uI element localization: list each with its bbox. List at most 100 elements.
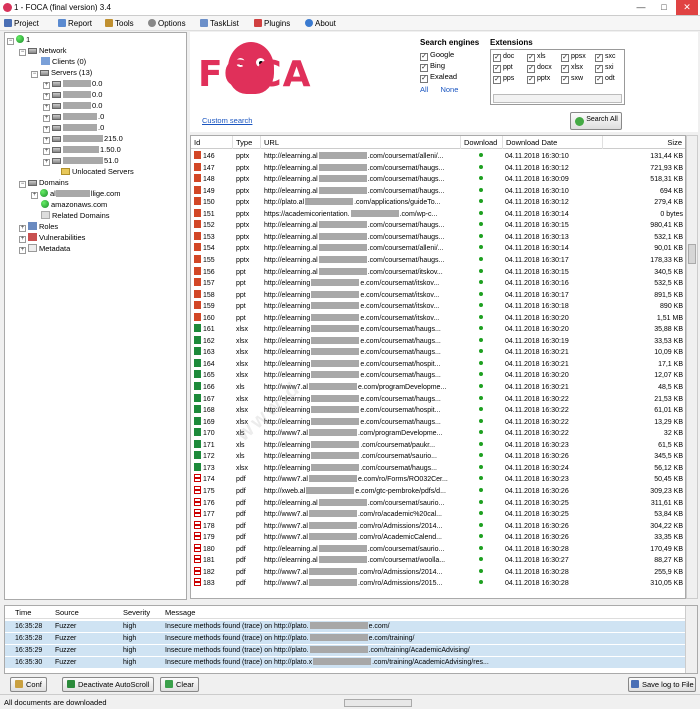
engine-google[interactable]: ✓ Google	[420, 49, 490, 61]
expand-icon[interactable]: +	[19, 225, 26, 232]
ext-doc[interactable]: ✓ doc	[493, 51, 514, 62]
table-row[interactable]: 182 pdf http://www7.al .com/ro/Admissions/2…	[191, 566, 685, 579]
log-row[interactable]: 16:35:29 Fuzzer high Insecure methods found…	[5, 645, 685, 657]
table-row[interactable]: 179 pdf http://www7.al .com/ro/AcademicCale…	[191, 532, 685, 544]
table-row[interactable]: 157 ppt http://elearning e.com/coursemat/it…	[191, 278, 685, 290]
tree-domain-item[interactable]: amazonaws.com	[41, 199, 107, 210]
log-row[interactable]: 16:35:28 Fuzzer high Insecure methods found…	[5, 633, 685, 645]
menu-about[interactable]: About	[305, 18, 336, 30]
engine-bing[interactable]: ✓ Bing	[420, 60, 490, 72]
ext-ppt[interactable]: ✓ ppt	[493, 62, 513, 73]
expand-icon[interactable]: +	[43, 137, 50, 144]
ext-xls[interactable]: ✓ xls	[527, 51, 546, 62]
table-row[interactable]: 176 pdf http://elearning.al .com/coursemat/…	[191, 497, 685, 510]
table-row[interactable]: 147 pptx http://elearning.al .com/coursemat…	[191, 162, 685, 175]
tree-servers[interactable]: − Servers (13)	[31, 67, 92, 78]
search-all-button[interactable]: Search All	[570, 112, 622, 130]
close-button[interactable]: ✕	[676, 0, 698, 15]
tree-network[interactable]: − Network	[19, 45, 67, 56]
tree-server-item[interactable]: +0.0	[43, 89, 102, 100]
expand-icon[interactable]: +	[43, 159, 50, 166]
tree-domain-item[interactable]: + al llige.com	[31, 188, 120, 199]
collapse-icon[interactable]: −	[31, 71, 38, 78]
expand-icon[interactable]: +	[43, 104, 50, 111]
table-row[interactable]: 146 pptx http://elearning.al .com/coursemat…	[191, 151, 685, 163]
log-col-message[interactable]: Message	[165, 606, 195, 619]
expand-icon[interactable]: +	[31, 192, 38, 199]
log-row[interactable]: 16:35:30 Fuzzer high Insecure methods found…	[5, 657, 685, 669]
ext-sxi[interactable]: ✓ sxi	[595, 62, 614, 73]
table-row[interactable]: 166 xls http://www7.al e.com/programDevelop…	[191, 382, 685, 394]
tree-server-item[interactable]: +1.50.0	[43, 144, 121, 155]
collapse-icon[interactable]: −	[7, 38, 14, 45]
tree-vulnerabilities[interactable]: + Vulnerabilities	[19, 232, 85, 243]
log-col-severity[interactable]: Severity	[123, 606, 150, 619]
table-row[interactable]: 158 ppt http://elearning e.com/coursemat/it…	[191, 289, 685, 302]
minimize-button[interactable]: —	[630, 0, 652, 15]
table-row[interactable]: 175 pdf http://xweb.al e.com/gtc-pembroke/p…	[191, 485, 685, 498]
log-col-source[interactable]: Source	[55, 606, 79, 619]
tree-related-domains[interactable]: Related Domains	[41, 210, 110, 221]
tree-server-item[interactable]: +51.0	[43, 155, 119, 166]
ext-xlsx[interactable]: ✓ xlsx	[561, 62, 583, 73]
table-row[interactable]: 154 pptx http://elearning.al .com/coursemat…	[191, 243, 685, 255]
menu-plugins[interactable]: Plugins	[254, 18, 290, 30]
custom-search-link[interactable]: Custom search	[202, 116, 252, 125]
table-row[interactable]: 173 xlsx http://elearning .com/coursemat/ha…	[191, 462, 685, 475]
clear-button[interactable]: Clear	[160, 677, 199, 692]
col-download[interactable]: Download	[461, 136, 503, 149]
table-row[interactable]: 162 xlsx http://elearning e.com/coursemat/h…	[191, 335, 685, 348]
table-row[interactable]: 180 pdf http://elearning.al .com/coursemat/…	[191, 543, 685, 556]
menu-project[interactable]: Project	[4, 18, 39, 30]
table-row[interactable]: 168 xlsx http://elearning e.com/coursemat/h…	[191, 405, 685, 417]
scroll-thumb[interactable]	[688, 244, 696, 264]
select-none-link[interactable]: None	[440, 85, 458, 94]
table-row[interactable]: 148 pptx http://elearning.al .com/coursemat…	[191, 174, 685, 186]
table-row[interactable]: 174 pdf http://www7.al e.com/ro/Forms/RO032…	[191, 474, 685, 486]
save-log-button[interactable]: Save log to File	[628, 677, 696, 692]
expand-icon[interactable]: +	[43, 126, 50, 133]
menu-tools[interactable]: Tools	[105, 18, 134, 30]
ext-odt[interactable]: ✓ odt	[595, 73, 615, 84]
col-size[interactable]: Size	[603, 136, 685, 149]
collapse-icon[interactable]: −	[19, 49, 26, 56]
table-row[interactable]: 183 pdf http://www7.al .com/ro/Admissions/2…	[191, 578, 685, 590]
select-all-link[interactable]: All	[420, 85, 428, 94]
conf-button[interactable]: Conf	[10, 677, 47, 692]
ext-docx[interactable]: ✓ docx	[527, 62, 552, 73]
table-row[interactable]: 177 pdf http://www7.al .com/ro/academic%20c…	[191, 509, 685, 521]
expand-icon[interactable]: +	[19, 247, 26, 254]
table-row[interactable]: 149 pptx http://elearning.al .com/coursemat…	[191, 185, 685, 198]
extensions-scrollbar[interactable]	[493, 94, 622, 103]
expand-icon[interactable]: +	[43, 82, 50, 89]
tree-server-item[interactable]: +0.0	[43, 78, 102, 89]
tree-server-item[interactable]: + .0	[43, 122, 104, 133]
table-row[interactable]: 169 xlsx http://elearning e.com/coursemat/h…	[191, 416, 685, 429]
col-url[interactable]: URL	[261, 136, 461, 149]
menu-tasklist[interactable]: TaskList	[200, 18, 239, 30]
expand-icon[interactable]: +	[43, 115, 50, 122]
table-row[interactable]: 172 xls http://elearning .com/coursemat/sau…	[191, 451, 685, 463]
collapse-icon[interactable]: −	[19, 181, 26, 188]
table-row[interactable]: 156 ppt http://elearning.al .com/coursemat/…	[191, 266, 685, 279]
table-row[interactable]: 165 xlsx http://elearning e.com/coursemat/h…	[191, 370, 685, 382]
log-scrollbar[interactable]	[685, 606, 697, 673]
tree-server-item[interactable]: +0.0	[43, 100, 102, 111]
tree-clients[interactable]: Clients (0)	[41, 56, 86, 67]
tree-roles[interactable]: + Roles	[19, 221, 58, 232]
tree-server-item[interactable]: + .0	[43, 111, 104, 122]
deactivate-autoscroll-button[interactable]: Deactivate AutoScroll	[62, 677, 155, 692]
expand-icon[interactable]: +	[43, 148, 50, 155]
maximize-button[interactable]: □	[653, 0, 675, 15]
table-row[interactable]: 171 xls http://elearning .com/coursemat/pau…	[191, 439, 685, 452]
col-download-date[interactable]: Download Date	[503, 136, 603, 149]
menu-report[interactable]: Report	[58, 18, 92, 30]
table-row[interactable]: 167 xlsx http://elearning e.com/coursemat/h…	[191, 393, 685, 406]
ext-sxc[interactable]: ✓ sxc	[595, 51, 616, 62]
tree-root[interactable]: −1	[7, 34, 30, 45]
table-row[interactable]: 181 pdf http://elearning.al .com/coursemat/…	[191, 555, 685, 567]
table-row[interactable]: 178 pdf http://www7.al .com/ro/Admissions/2…	[191, 520, 685, 533]
log-row[interactable]: 16:35:28 Fuzzer high Insecure methods found…	[5, 621, 685, 633]
tree-unlocated-servers[interactable]: Unlocated Servers	[61, 166, 134, 177]
table-row[interactable]: 170 xls http://www7.al .com/programDevelopm…	[191, 428, 685, 440]
